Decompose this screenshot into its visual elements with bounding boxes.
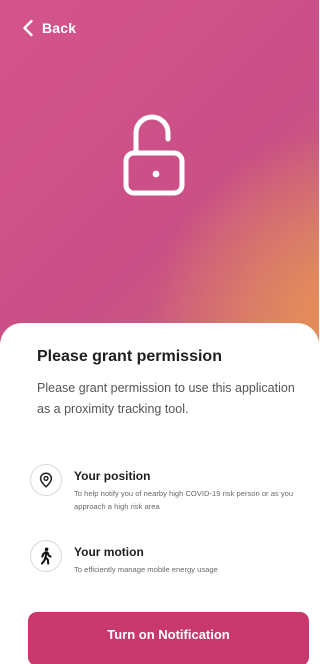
permission-item-title: Your position (74, 469, 151, 483)
chevron-left-icon (23, 19, 33, 37)
hero-banner: Back (0, 0, 319, 345)
location-pin-icon (30, 464, 62, 496)
unlocked-padlock-icon (123, 114, 185, 196)
back-label: Back (42, 20, 77, 36)
turn-on-notification-button[interactable]: Turn on Notification (28, 612, 309, 664)
back-button[interactable]: Back (22, 19, 76, 37)
walking-person-icon (30, 540, 62, 572)
page-title: Please grant permission (37, 348, 222, 365)
permission-item-position: Your position To help notify you of near… (30, 462, 314, 513)
permission-item-description: To help notify you of nearby high COVID-… (74, 489, 294, 511)
permission-item-title: Your motion (74, 545, 144, 559)
permission-screen: Back Please grant permission Please gran… (0, 0, 319, 664)
permission-description: Please grant permission to use this appl… (37, 381, 295, 416)
permission-item-motion: Your motion To efficiently manage mobile… (30, 538, 314, 576)
permission-item-description: To efficiently manage mobile energy usag… (74, 565, 218, 574)
